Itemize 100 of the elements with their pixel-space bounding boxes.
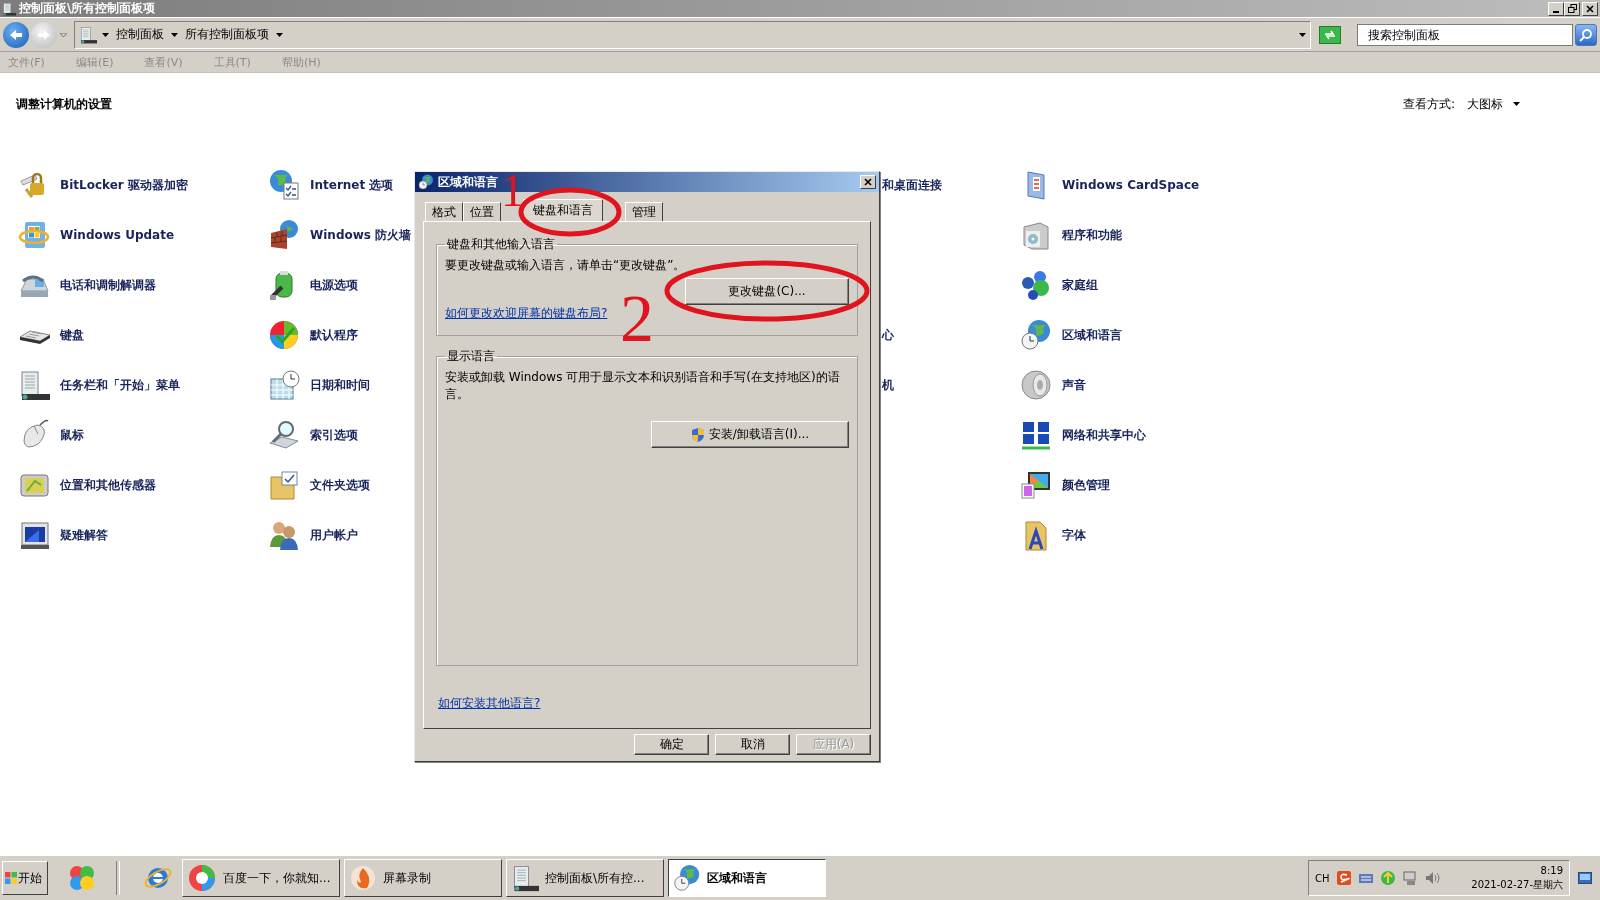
monitor-icon [18,519,50,551]
view-by-label: 查看方式: [1402,95,1455,113]
folder-icon [268,469,300,501]
speaker-icon [1423,870,1440,886]
control-panel-link[interactable]: 声音 [1062,376,1086,394]
caret-icon [102,32,109,37]
tab[interactable]: 格式 [425,202,463,221]
annotation-number: 1 [501,168,524,214]
close-icon [1586,4,1594,13]
calendar-icon [268,369,300,401]
swirl-icon [187,863,217,893]
control-panel-link[interactable]: Windows 防火墙 [310,226,412,244]
flame-icon [349,864,377,892]
control-panel-link[interactable]: 索引选项 [310,426,358,444]
back-button[interactable] [3,21,29,48]
search-field[interactable]: 搜索控制面板 [1357,23,1573,46]
taskbar-button[interactable]: 百度一下，你就知... [182,859,340,897]
control-panel-link[interactable]: 心 [882,326,894,344]
control-panel-link[interactable]: 字体 [1062,526,1086,544]
taskbar-icon [2,1,16,16]
magnifier-icon [268,419,300,451]
taskbar-button[interactable]: 区域和语言 [668,859,826,897]
language-indicator[interactable]: CH [1315,872,1330,884]
clock-date: 2021-02-27-星期六 [1471,878,1563,892]
caret-icon [1299,32,1306,37]
dialog-button[interactable]: 确定 [634,734,709,755]
dialog-button[interactable]: 取消 [715,734,790,755]
control-panel-link[interactable]: 区域和语言 [1062,326,1122,344]
tab[interactable]: 键盘和语言 [523,199,603,221]
control-panel-link[interactable]: Windows Update [60,228,175,242]
show-desktop-icon [1578,872,1592,884]
taskbar-button[interactable]: 屏幕录制 [344,859,502,897]
breadcrumb-item[interactable]: 所有控制面板项 [183,26,271,43]
control-panel-link[interactable]: Internet 选项 [310,176,394,194]
taskbar-icon [511,864,539,892]
view-by-dropdown[interactable]: 大图标 [1467,95,1520,113]
dialog-button[interactable]: 更改键盘(C)... [685,278,849,305]
page-heading: 调整计算机的设置 [16,95,112,113]
minimize-button[interactable] [1548,1,1564,16]
control-panel-link[interactable]: 家庭组 [1062,276,1098,294]
dialog-button[interactable]: 安装/卸载语言(I)... [651,421,849,448]
tab[interactable]: 位置 [463,202,501,221]
taskbar-icon [79,25,97,44]
caret-icon [171,32,178,37]
refresh-icon [1323,28,1337,41]
taskbar-button[interactable]: 控制面板\所有控... [506,859,664,897]
address-field[interactable]: 控制面板 所有控制面板项 [74,20,1311,49]
orbs-icon [1020,269,1052,301]
brick-wall-icon [268,219,300,251]
color-monitor-icon [1020,469,1052,501]
input-method-icon [1335,870,1352,886]
control-panel-link[interactable]: 和桌面连接 [882,176,942,194]
control-panel-link[interactable]: 用户帐户 [310,526,358,544]
control-panel-link[interactable]: 任务栏和「开始」菜单 [60,376,180,394]
control-panel-link[interactable]: 网络和共享中心 [1062,426,1146,444]
caret-icon [1513,102,1520,106]
users-icon [268,519,300,551]
control-panel-link[interactable]: 电源选项 [310,276,358,294]
group-title: 键盘和其他输入语言 [446,236,556,253]
globe-clock-icon [418,174,434,190]
minimize-icon [1553,10,1559,13]
shield-icon [690,426,705,443]
tab[interactable]: 管理 [625,202,663,221]
flower-icon [67,863,97,893]
restore-button[interactable] [1564,1,1580,16]
globe-clock-icon [1020,319,1052,351]
close-button[interactable] [1582,1,1598,16]
control-panel-link[interactable]: Windows CardSpace [1062,178,1200,192]
control-panel-link[interactable]: 默认程序 [310,326,358,344]
refresh-button[interactable] [1319,25,1341,44]
dialog-title: 区域和语言 [438,173,498,191]
search-icon [1579,27,1593,42]
start-button[interactable]: 开始 [2,861,48,895]
check-ball-icon [268,319,300,351]
control-panel-link[interactable]: 程序和功能 [1062,226,1122,244]
globe-list-icon [268,169,300,201]
control-panel-link[interactable]: 文件夹选项 [310,476,370,494]
control-panel-link[interactable]: BitLocker 驱动器加密 [60,176,188,194]
taskbar-icon [18,369,50,401]
control-panel-link[interactable]: 疑难解答 [60,526,108,544]
program-box-icon [1020,219,1052,251]
breadcrumb-item[interactable]: 控制面板 [114,26,166,43]
control-panel-link[interactable]: 颜色管理 [1062,476,1110,494]
control-panel-link[interactable]: 鼠标 [60,426,84,444]
instruction-text: 要更改键盘或输入语言，请单击“更改键盘”。 [445,257,687,274]
close-button[interactable] [860,175,876,189]
control-panel-link[interactable]: 日期和时间 [310,376,370,394]
group-title: 显示语言 [446,348,496,365]
control-panel-link[interactable]: 位置和其他传感器 [60,476,156,494]
search-button[interactable] [1575,23,1597,46]
restore-icon [1567,4,1577,13]
control-panel-link[interactable]: 键盘 [60,326,84,344]
control-panel-link[interactable]: 机 [882,376,894,394]
control-panel-link[interactable]: 电话和调制解调器 [60,276,156,294]
arrow-right-icon [37,28,51,41]
window-icon [18,219,50,251]
help-link[interactable]: 如何安装其他语言? [438,695,541,712]
help-link[interactable]: 如何更改欢迎屏幕的键盘布局? [445,305,608,322]
history-dropdown-button[interactable] [59,32,68,37]
annotation-number: 2 [620,290,654,346]
